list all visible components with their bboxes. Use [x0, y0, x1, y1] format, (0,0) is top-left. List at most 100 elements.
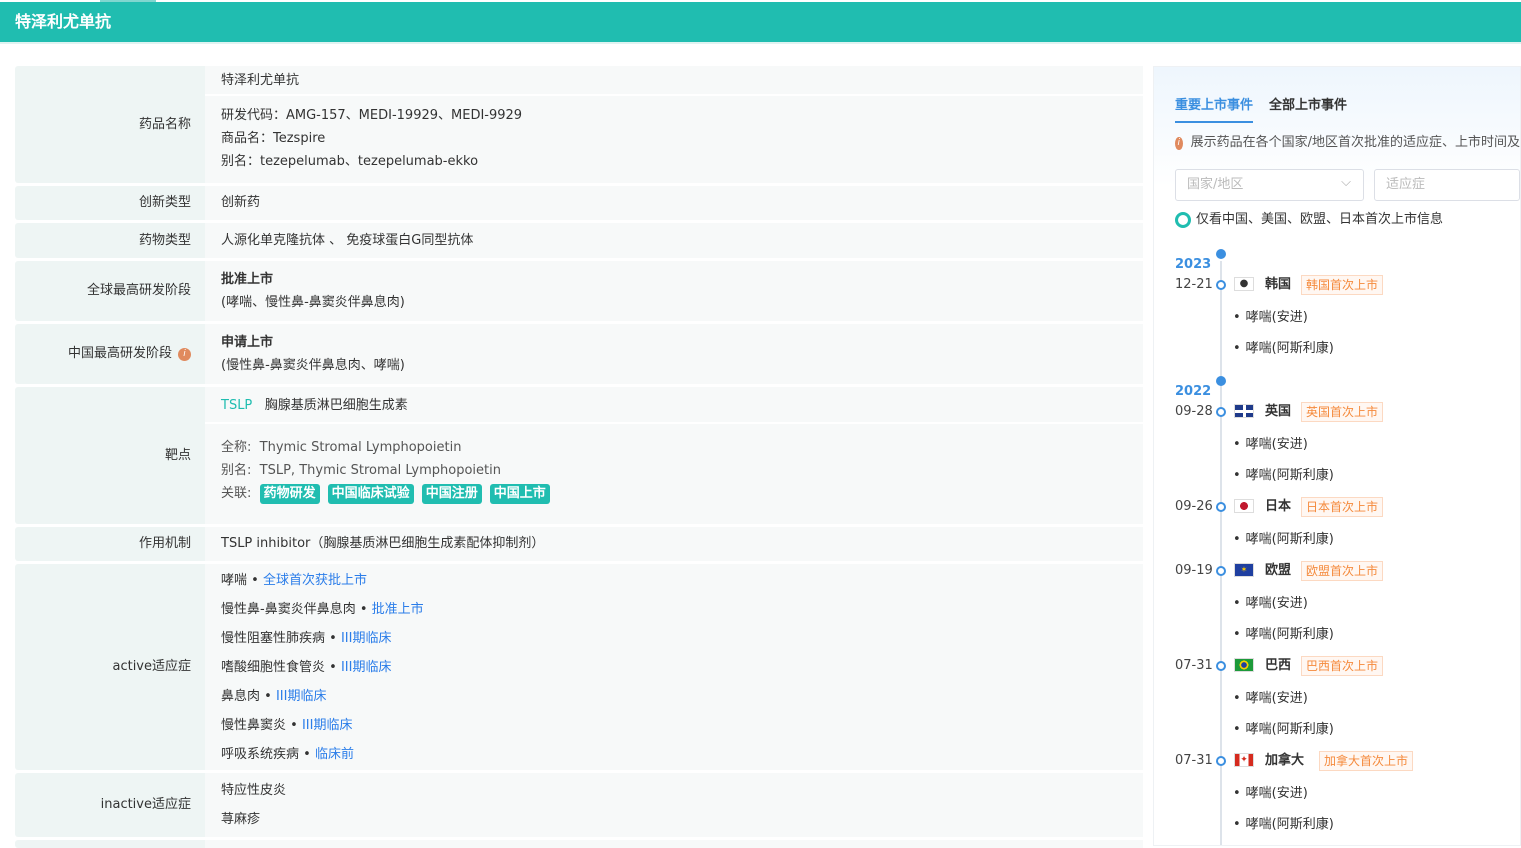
year-label: 2023	[1175, 257, 1212, 272]
timeline-event[interactable]: 09-26 日本 日本首次上市	[1175, 497, 1520, 530]
event-country: 加拿大	[1265, 753, 1305, 768]
chevron-down-icon: ⌵	[1341, 175, 1352, 190]
row-mechanism: 作用机制 TSLP inhibitor（胸腺基质淋巴细胞生成素配体抑制剂）	[15, 527, 1143, 561]
stage-detail: (哮喘、慢性鼻-鼻窦炎伴鼻息肉)	[221, 295, 405, 310]
year-dot-icon	[1216, 376, 1226, 386]
br-flag-icon	[1234, 658, 1254, 672]
full-name: Thymic Stromal Lymphopoietin	[259, 440, 462, 455]
first-launch-badge: 韩国首次上市	[1301, 275, 1384, 295]
note-text: 展示药品在各个国家/地区首次批准的适应症、上市时间及	[1190, 135, 1520, 150]
indication-item: 哮喘 • 全球首次获批上市	[221, 572, 367, 588]
first-launch-badge: 巴西首次上市	[1301, 656, 1384, 676]
indication-stage-link[interactable]: 临床前	[315, 747, 354, 762]
indication-item: 鼻息肉 • III期临床	[221, 688, 327, 704]
page-title: 特泽利尤单抗	[0, 2, 1521, 44]
event-dot-icon	[1216, 280, 1226, 290]
indication-stage-link[interactable]: III期临床	[341, 631, 392, 646]
indication-name: 哮喘	[221, 572, 248, 588]
timeline-indication: 哮喘(安进)	[1175, 594, 1520, 625]
timeline-event[interactable]: 09-19 ✶ 欧盟 欧盟首次上市	[1175, 561, 1520, 594]
timeline-event[interactable]: 07-31 ✦ 加拿大 加拿大首次上市	[1175, 751, 1520, 784]
info-icon[interactable]: i	[178, 347, 191, 361]
timeline-indication: 哮喘(安进)	[1175, 784, 1520, 815]
indication-stage-link[interactable]: III期临床	[302, 718, 353, 733]
jp-flag-icon	[1234, 499, 1254, 513]
trade-name: 商品名：Tezspire	[221, 131, 326, 146]
tab-all-launch-events[interactable]: 全部上市事件	[1269, 97, 1347, 123]
indication-name: 哮喘(安进)	[1233, 435, 1308, 455]
event-date: 07-31	[1175, 658, 1213, 673]
indication-name: 慢性阻塞性肺疾病	[221, 630, 326, 646]
first-launch-badge: 加拿大首次上市	[1319, 751, 1414, 771]
related-label: 关联:	[221, 486, 252, 501]
indication-item: 呼吸系统疾病 • 临床前	[221, 746, 354, 762]
row-drug-name: 药品名称 特泽利尤单抗 研发代码：AMG-157、MEDI-19929、MEDI…	[15, 66, 1143, 183]
radio-icon[interactable]	[1175, 212, 1191, 228]
event-country: 英国	[1265, 404, 1292, 419]
timeline-indication: 哮喘(阿斯利康)	[1175, 466, 1520, 497]
drug-name: 特泽利尤单抗	[205, 66, 1143, 96]
event-dot-icon	[1216, 756, 1226, 766]
indication-name: 哮喘(阿斯利康)	[1233, 815, 1334, 835]
eu-flag-icon: ✶	[1234, 563, 1254, 577]
inactive-indication: 特应性皮炎	[221, 783, 287, 798]
event-date: 09-26	[1175, 499, 1213, 514]
indication-stage-link[interactable]: 全球首次获批上市	[263, 573, 367, 588]
timeline-year: 2022	[1175, 376, 1520, 402]
related-tag[interactable]: 药物研发	[259, 484, 320, 504]
gb-flag-icon	[1234, 404, 1254, 418]
related-tag[interactable]: 中国临床试验	[327, 484, 414, 504]
alias-label: 别名:	[221, 463, 252, 478]
launch-events-panel: 重要上市事件 全部上市事件 i 展示药品在各个国家/地区首次批准的适应症、上市时间…	[1153, 66, 1521, 846]
timeline-year: 2023	[1175, 249, 1520, 275]
related-tag[interactable]: 中国上市	[489, 484, 550, 504]
target-name: 胸腺基质淋巴细胞生成素	[264, 398, 408, 413]
tab-key-launch-events[interactable]: 重要上市事件	[1175, 97, 1254, 123]
dev-code: 研发代码：AMG-157、MEDI-19929、MEDI-9929	[221, 108, 523, 123]
value: 创新药	[221, 195, 261, 210]
indication-stage-link[interactable]: III期临床	[276, 689, 327, 704]
info-icon: i	[1175, 136, 1183, 150]
drug-info-table: 药品名称 特泽利尤单抗 研发代码：AMG-157、MEDI-19929、MEDI…	[15, 66, 1143, 848]
related-tag[interactable]: 中国注册	[421, 484, 482, 504]
value: 人源化单克隆抗体 、 免疫球蛋白G同型抗体	[221, 232, 474, 248]
indication-name: 呼吸系统疾病	[221, 746, 300, 762]
target-code-link[interactable]: TSLP	[221, 398, 252, 413]
timeline-indication: 哮喘(阿斯利康)	[1175, 625, 1520, 656]
event-country: 韩国	[1265, 277, 1292, 292]
indication-name: 哮喘(安进)	[1233, 689, 1308, 709]
timeline-event[interactable]: 12-21 ● 韩国 韩国首次上市	[1175, 275, 1520, 308]
timeline-indication: 哮喘(阿斯利康)	[1175, 720, 1520, 751]
country-select[interactable]: 国家/地区 ⌵	[1175, 169, 1365, 201]
only-major-markets-toggle[interactable]: 仅看中国、美国、欧盟、日本首次上市信息	[1175, 211, 1520, 229]
year-dot-icon	[1216, 249, 1226, 259]
indication-stage-link[interactable]: III期临床	[341, 660, 392, 675]
label: 创新类型	[15, 186, 205, 220]
ca-flag-icon: ✦	[1234, 753, 1254, 767]
indication-name: 哮喘(阿斯利康)	[1233, 339, 1334, 359]
timeline-indication: 哮喘(阿斯利康)	[1175, 339, 1520, 370]
indication-name: 哮喘(阿斯利康)	[1233, 530, 1334, 550]
label: inactive适应症	[15, 773, 205, 837]
event-date: 12-21	[1175, 277, 1213, 292]
indication-stage-link[interactable]: 批准上市	[372, 602, 424, 617]
first-launch-badge: 日本首次上市	[1301, 497, 1384, 517]
full-name-label: 全称:	[221, 440, 252, 455]
value: TSLP inhibitor（胸腺基质淋巴细胞生成素配体抑制剂）	[221, 536, 545, 551]
inactive-indication: 荨麻疹	[221, 812, 261, 827]
event-date: 09-19	[1175, 563, 1213, 578]
indication-input[interactable]: 适应症	[1374, 169, 1520, 201]
timeline-indication: 哮喘(安进)	[1175, 435, 1520, 466]
indication-name: 哮喘(安进)	[1233, 594, 1308, 614]
row-target: 靶点 TSLP 胸腺基质淋巴细胞生成素 全称: Thymic Stromal L…	[15, 387, 1143, 524]
indication-name: 慢性鼻-鼻窦炎伴鼻息肉	[221, 601, 356, 617]
event-country: 欧盟	[1265, 563, 1292, 578]
row-innovation-type: 创新类型 创新药	[15, 186, 1143, 220]
row-inactive-indications: inactive适应症 特应性皮炎荨麻疹	[15, 773, 1143, 837]
indication-name: 鼻息肉	[221, 688, 261, 704]
timeline-indication: 哮喘(安进)	[1175, 689, 1520, 720]
timeline-event[interactable]: 07-31 巴西 巴西首次上市	[1175, 656, 1520, 689]
label: 中国最高研发阶段	[67, 346, 172, 361]
event-dot-icon	[1216, 407, 1226, 417]
timeline-event[interactable]: 09-28 英国 英国首次上市	[1175, 402, 1520, 435]
